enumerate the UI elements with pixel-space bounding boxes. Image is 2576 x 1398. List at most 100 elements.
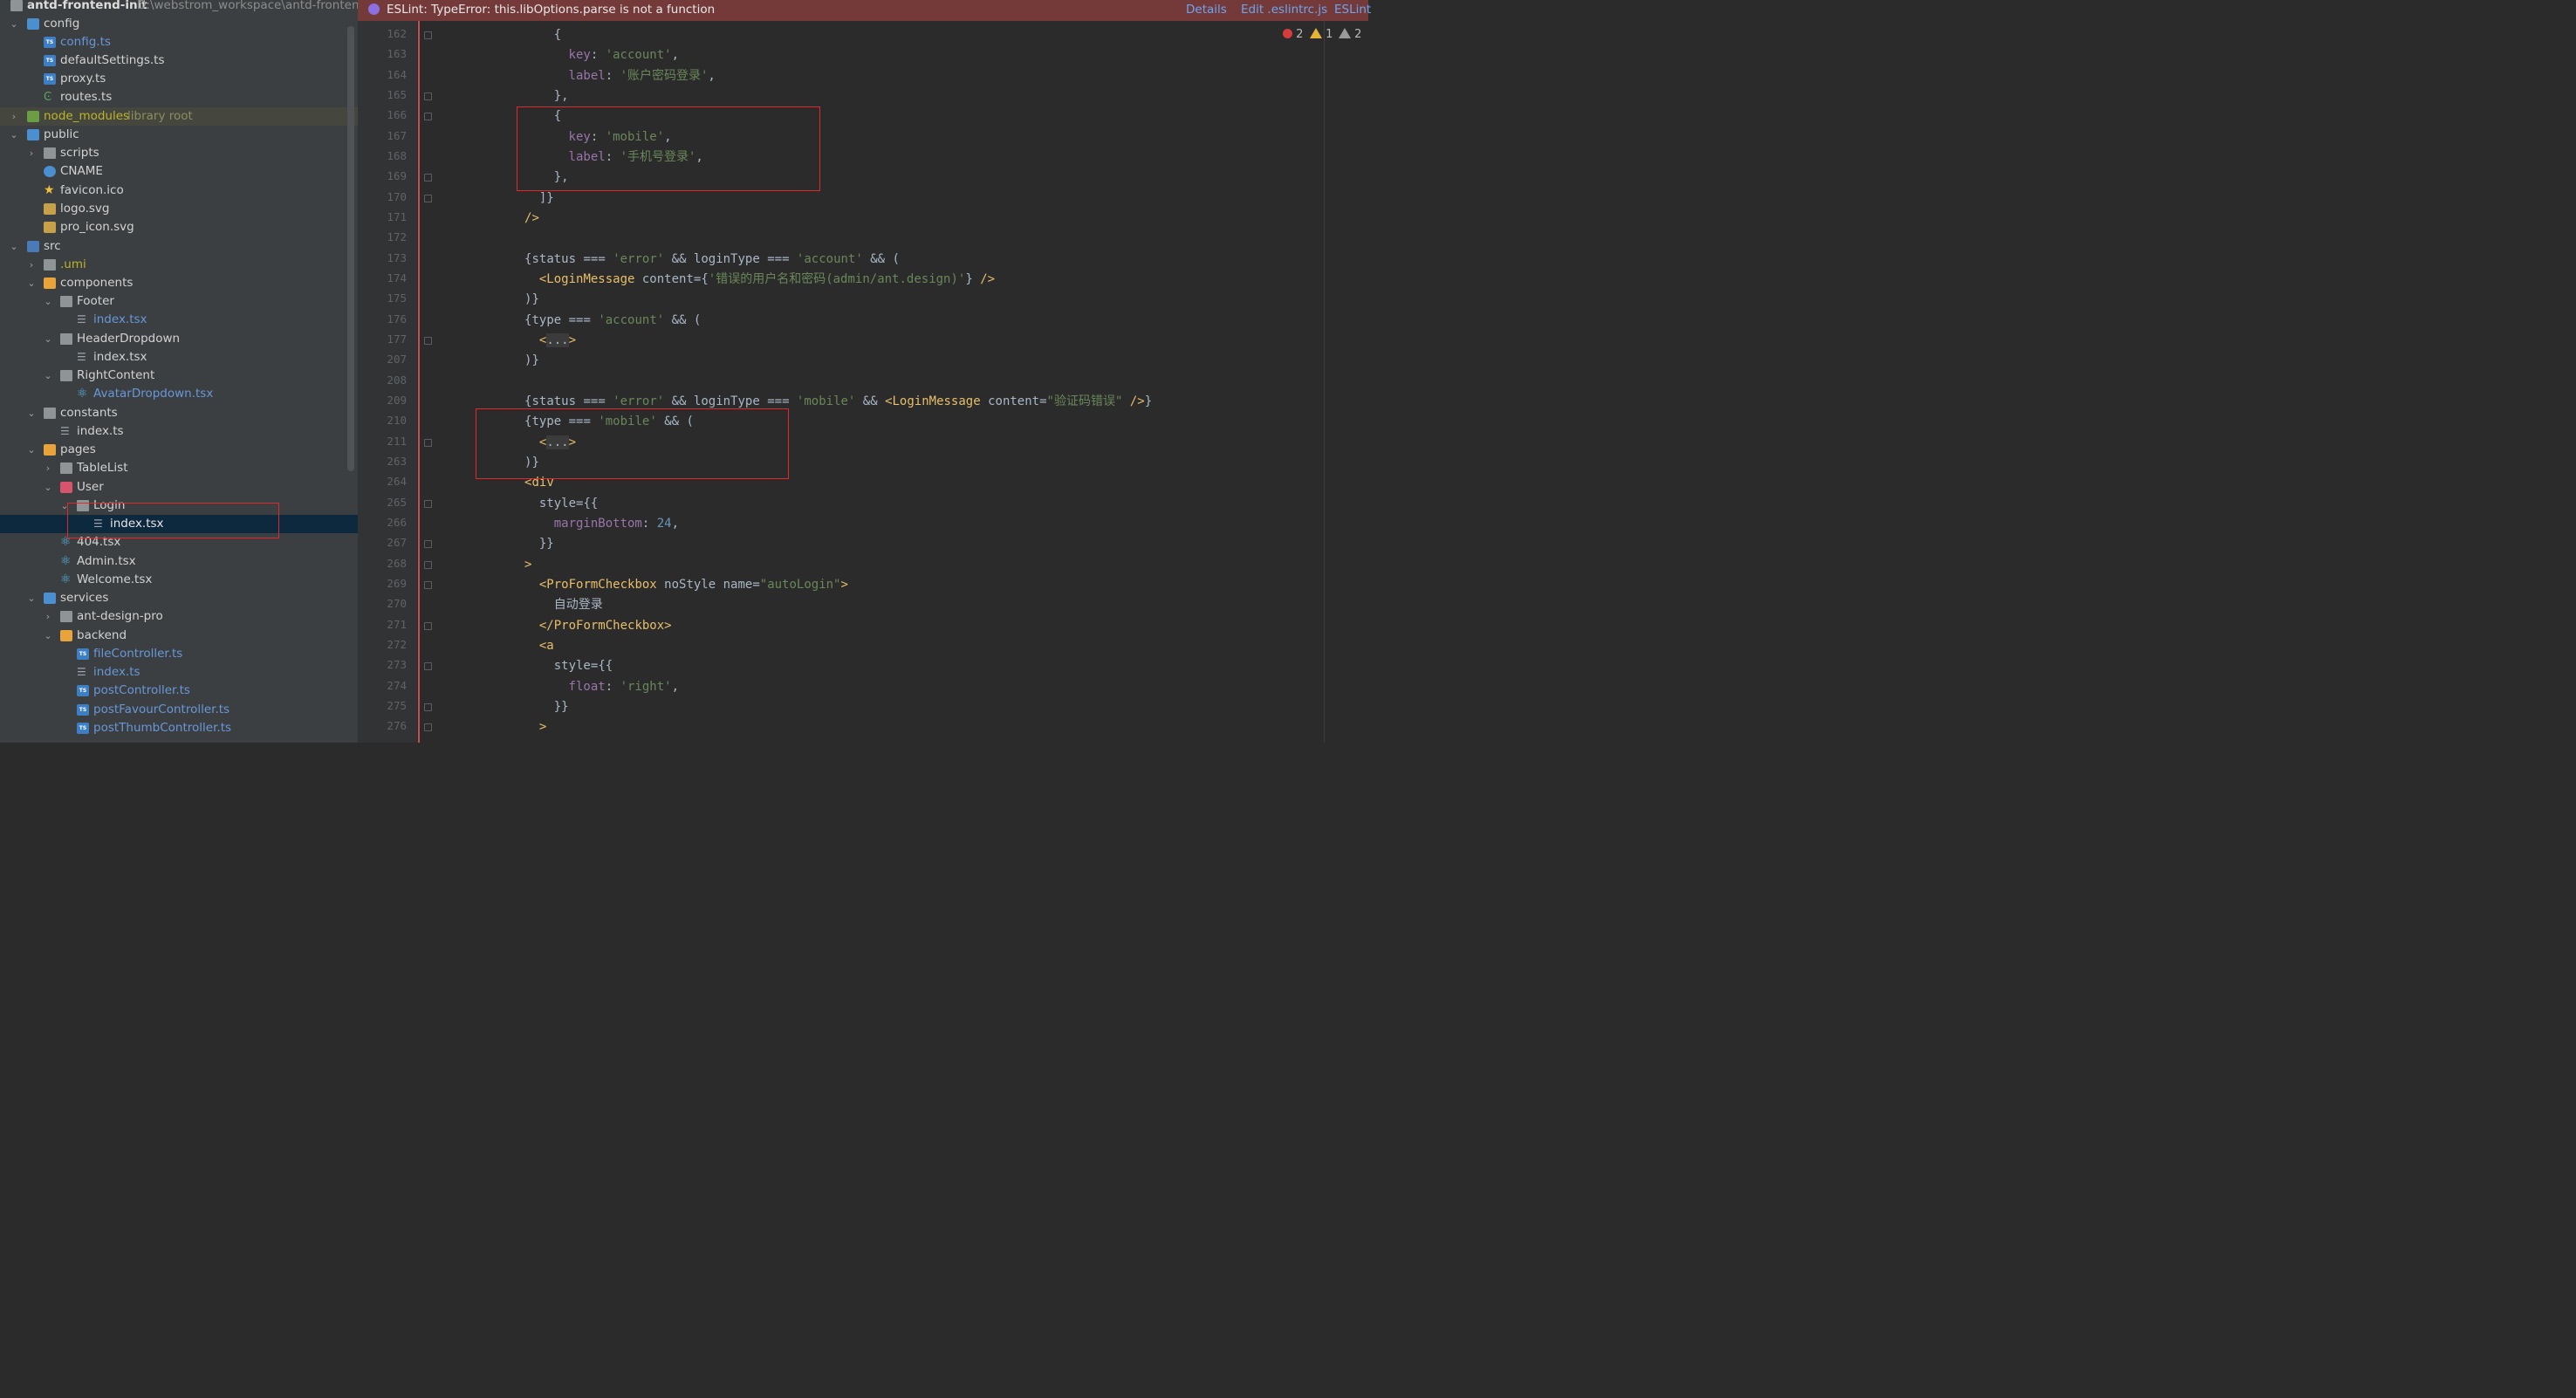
fold-marker-icon[interactable]	[424, 194, 432, 202]
fold-marker-icon[interactable]	[424, 621, 432, 630]
fold-marker-icon[interactable]	[424, 174, 432, 182]
tree-row-umi[interactable]: › .umi	[0, 256, 358, 274]
tree-row-welcome[interactable]: ⚛ Welcome.tsx	[0, 571, 358, 589]
weak-warning-count[interactable]: 2	[1339, 28, 1361, 42]
chevron-down-icon[interactable]: ⌄	[9, 15, 19, 33]
code-line[interactable]: <LoginMessage content={'错误的用户名和密码(admin/…	[539, 270, 995, 289]
tree-row-node-modules[interactable]: › node_modules library root	[0, 107, 358, 126]
chevron-down-icon[interactable]: ⌄	[43, 292, 53, 311]
tree-row-cname[interactable]: CNAME	[0, 162, 358, 181]
tree-row-header-dropdown-index[interactable]: ☰ index.tsx	[0, 348, 358, 367]
code-line[interactable]: <a	[539, 636, 554, 655]
code-line[interactable]: {type === 'account' && (	[524, 311, 701, 330]
fold-marker-icon[interactable]	[424, 540, 432, 549]
fold-marker-icon[interactable]	[424, 702, 432, 711]
details-link[interactable]: Details	[1186, 0, 1227, 19]
tree-row-default-settings[interactable]: TS defaultSettings.ts	[0, 51, 358, 70]
tree-row-constants[interactable]: ⌄ constants	[0, 404, 358, 422]
code-line[interactable]: )}	[524, 290, 539, 309]
chevron-down-icon[interactable]: ⌄	[26, 589, 37, 607]
chevron-down-icon[interactable]: ⌄	[26, 441, 37, 459]
tree-row-avatar-dropdown[interactable]: ⚛ AvatarDropdown.tsx	[0, 385, 358, 403]
line-number-gutter[interactable]: 162 163 164 165 166 167 168 169 170 171 172 173 174 1…	[358, 21, 417, 743]
tree-row-post-controller[interactable]: TS postController.ts	[0, 682, 358, 700]
tree-row-logo[interactable]: logo.svg	[0, 200, 358, 218]
chevron-down-icon[interactable]: ⌄	[43, 330, 53, 348]
fold-marker-icon[interactable]	[424, 113, 432, 121]
code-line[interactable]: float: 'right',	[569, 677, 679, 696]
tree-row-header-dropdown[interactable]: ⌄ HeaderDropdown	[0, 330, 358, 348]
tree-row-project-root[interactable]: antd-frontend-init D:\webstrom_workspace…	[0, 0, 358, 15]
chevron-right-icon[interactable]: ›	[9, 107, 19, 126]
tree-row-components[interactable]: ⌄ components	[0, 274, 358, 292]
code-line[interactable]: {	[554, 25, 561, 45]
tree-row-right-content[interactable]: ⌄ RightContent	[0, 367, 358, 385]
fold-marker-icon[interactable]	[424, 723, 432, 732]
tree-row-backend-index[interactable]: ☰ index.ts	[0, 663, 358, 682]
chevron-down-icon[interactable]: ⌄	[43, 478, 53, 497]
warning-count[interactable]: 1	[1310, 28, 1333, 42]
tree-row-pro-icon[interactable]: pro_icon.svg	[0, 218, 358, 236]
tree-row-admin[interactable]: ⚛ Admin.tsx	[0, 552, 358, 571]
tree-row-footer[interactable]: ⌄ Footer	[0, 292, 358, 311]
chevron-down-icon[interactable]: ⌄	[26, 274, 37, 292]
code-line[interactable]: />	[524, 209, 539, 228]
code-line[interactable]: </ProFormCheckbox>	[539, 616, 672, 635]
code-line[interactable]: <...>	[539, 331, 576, 350]
fold-marker-icon[interactable]	[424, 92, 432, 100]
code-line[interactable]: style={{	[539, 494, 598, 513]
chevron-right-icon[interactable]: ›	[26, 256, 37, 274]
tree-row-pages[interactable]: ⌄ pages	[0, 441, 358, 459]
fold-marker-icon[interactable]	[424, 31, 432, 39]
fold-marker-icon[interactable]	[424, 560, 432, 569]
code-line[interactable]: },	[554, 86, 569, 106]
fold-marker-icon[interactable]	[424, 662, 432, 671]
chevron-right-icon[interactable]: ›	[26, 144, 37, 162]
code-line[interactable]: }}	[554, 697, 569, 716]
code-line[interactable]: label: '账户密码登录',	[569, 66, 716, 86]
error-count[interactable]: 2	[1283, 28, 1303, 42]
tree-row-favicon[interactable]: ★ favicon.ico	[0, 182, 358, 200]
fold-marker-icon[interactable]	[424, 499, 432, 508]
tree-row-config[interactable]: ⌄ config	[0, 15, 358, 33]
code-line[interactable]: {status === 'error' && loginType === 'ac…	[524, 250, 900, 269]
code-line[interactable]: marginBottom: 24,	[554, 514, 679, 533]
tree-row-table-list[interactable]: › TableList	[0, 459, 358, 477]
tree-scrollbar[interactable]	[347, 26, 354, 471]
tree-row-backend[interactable]: ⌄ backend	[0, 627, 358, 645]
chevron-down-icon[interactable]: ⌄	[43, 627, 53, 645]
tree-row-post-favour-controller[interactable]: TS postFavourController.ts	[0, 701, 358, 719]
tree-row-post-thumb-controller[interactable]: TS postThumbController.ts	[0, 719, 358, 737]
chevron-down-icon[interactable]: ⌄	[9, 237, 19, 256]
tree-row-file-controller[interactable]: TS fileController.ts	[0, 645, 358, 663]
code-line[interactable]: )}	[524, 351, 539, 370]
fold-marker-icon[interactable]	[424, 438, 432, 447]
tree-row-config-ts[interactable]: TS config.ts	[0, 33, 358, 51]
code-line[interactable]: 自动登录	[554, 595, 603, 614]
chevron-down-icon[interactable]: ⌄	[9, 126, 19, 144]
tree-row-user[interactable]: ⌄ User	[0, 478, 358, 497]
code-line[interactable]: style={{	[554, 656, 613, 675]
fold-marker-icon[interactable]	[424, 580, 432, 589]
fold-marker-icon[interactable]	[424, 336, 432, 345]
chevron-right-icon[interactable]: ›	[43, 459, 53, 477]
chevron-down-icon[interactable]: ⌄	[43, 367, 53, 385]
tree-row-services[interactable]: ⌄ services	[0, 589, 358, 607]
tree-row-ant-design-pro[interactable]: › ant-design-pro	[0, 607, 358, 626]
tree-row-routes[interactable]: Ͼ routes.ts	[0, 88, 358, 106]
edit-eslintrc-link[interactable]: Edit .eslintrc.js	[1241, 0, 1327, 19]
code-editor[interactable]: ESLint: TypeError: this.libOptions.parse…	[358, 0, 1371, 743]
tree-row-constants-index[interactable]: ☰ index.ts	[0, 422, 358, 441]
code-line[interactable]: >	[524, 555, 531, 574]
eslint-settings-link[interactable]: ESLint	[1334, 0, 1371, 19]
chevron-right-icon[interactable]: ›	[43, 607, 53, 626]
code-line[interactable]: }}	[539, 534, 554, 553]
code-line[interactable]: >	[539, 717, 546, 737]
chevron-down-icon[interactable]: ⌄	[26, 404, 37, 422]
tree-row-src[interactable]: ⌄ src	[0, 237, 358, 256]
tree-row-proxy[interactable]: TS proxy.ts	[0, 70, 358, 88]
code-line[interactable]: <ProFormCheckbox noStyle name="autoLogin…	[539, 575, 848, 594]
tree-row-footer-index[interactable]: ☰ index.tsx	[0, 311, 358, 329]
code-line[interactable]: key: 'account',	[569, 45, 679, 65]
tree-row-scripts[interactable]: › scripts	[0, 144, 358, 162]
